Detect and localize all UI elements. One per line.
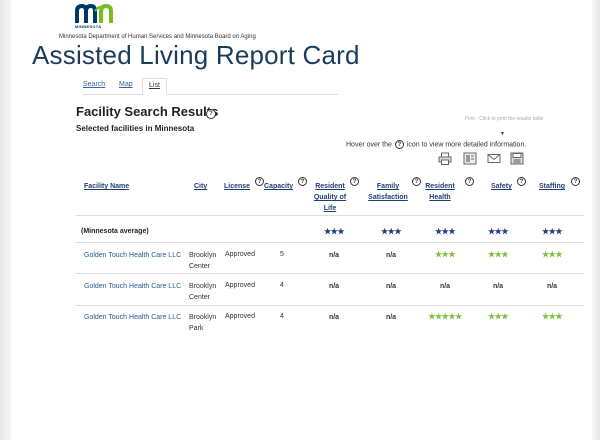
save-icon[interactable] — [510, 152, 524, 165]
row-divider — [76, 242, 584, 243]
quality-help-icon[interactable]: ? — [350, 177, 359, 186]
quality-rating: n/a — [328, 252, 340, 259]
row-divider — [76, 273, 584, 274]
facility-license: Approved — [225, 251, 255, 258]
view-tabs: Search Map List — [83, 78, 338, 95]
staffing-rating: n/a — [546, 283, 558, 290]
report-page: MINNESOTA Minnesota Department of Human … — [11, 0, 592, 440]
header-facility-name[interactable]: Facility Name — [84, 181, 129, 192]
header-divider — [76, 215, 584, 216]
average-quality-rating: ★★★ — [323, 227, 345, 236]
health-rating: ★★★ — [434, 250, 456, 259]
satisfaction-help-icon[interactable]: ? — [412, 177, 421, 186]
hover-hint: Hover over the ? icon to view more detai… — [346, 140, 526, 149]
safety-help-icon[interactable]: ? — [517, 177, 526, 186]
print-dropdown-arrow-icon[interactable]: ▼ — [500, 131, 505, 137]
satisfaction-rating: n/a — [385, 283, 397, 290]
header-family-satisfaction[interactable]: Family Satisfaction — [363, 181, 413, 203]
row-divider — [76, 305, 584, 306]
capacity-help-icon[interactable]: ? — [298, 177, 307, 186]
safety-rating: ★★★ — [487, 250, 509, 259]
page-title: Assisted Living Report Card — [32, 40, 360, 70]
satisfaction-rating: n/a — [385, 314, 397, 321]
health-rating: n/a — [439, 283, 451, 290]
facility-name-link[interactable]: Golden Touch Health Care LLC — [84, 252, 181, 259]
staffing-rating: ★★★ — [541, 312, 563, 321]
help-icon: ? — [394, 140, 404, 149]
facility-capacity: 4 — [280, 282, 284, 289]
hover-hint-text-before: Hover over the — [346, 141, 392, 149]
page-right-margin — [592, 0, 600, 440]
selected-facilities-subtitle: Selected facilities in Minnesota — [76, 124, 195, 133]
facility-capacity: 4 — [280, 313, 284, 320]
safety-rating: ★★★ — [487, 312, 509, 321]
header-city[interactable]: City — [194, 181, 207, 192]
header-license[interactable]: License — [224, 181, 250, 192]
satisfaction-rating: n/a — [385, 252, 397, 259]
header-resident-health[interactable]: Resident Health — [422, 181, 458, 203]
license-help-icon[interactable]: ? — [255, 177, 264, 186]
minnesota-logo-icon — [75, 3, 113, 23]
export-pdf-icon[interactable] — [463, 152, 477, 165]
facility-name-link[interactable]: Golden Touch Health Care LLC — [84, 314, 181, 321]
facility-license: Approved — [225, 282, 255, 289]
facility-city: Brooklyn Park — [189, 314, 217, 332]
tab-list[interactable]: List — [142, 78, 167, 95]
header-resident-quality[interactable]: Resident Quality of Life — [311, 181, 349, 214]
page-left-margin — [0, 0, 11, 440]
tab-map[interactable]: Map — [119, 81, 133, 88]
facility-city: Brooklyn Center — [189, 283, 217, 301]
average-row-label: (Minnesota average) — [81, 228, 149, 235]
average-staffing-rating: ★★★ — [541, 227, 563, 236]
staffing-rating: ★★★ — [541, 250, 563, 259]
facility-capacity: 5 — [280, 251, 284, 258]
email-icon[interactable] — [487, 152, 501, 165]
print-icon[interactable] — [438, 152, 452, 165]
facility-city: Brooklyn Center — [189, 252, 217, 270]
hover-hint-text-after: icon to view more detailed information. — [406, 141, 527, 149]
results-help-icon[interactable]: ? — [206, 109, 216, 119]
average-satisfaction-rating: ★★★ — [380, 227, 402, 236]
health-rating: ★★★★★ — [428, 312, 462, 321]
header-staffing[interactable]: Staffing — [539, 181, 565, 192]
quality-rating: n/a — [328, 314, 340, 321]
logo-wordmark: MINNESOTA — [75, 24, 102, 29]
staffing-help-icon[interactable]: ? — [571, 177, 580, 186]
header-safety[interactable]: Safety — [491, 181, 512, 192]
quality-rating: n/a — [328, 283, 340, 290]
average-safety-rating: ★★★ — [487, 227, 509, 236]
facility-name-link[interactable]: Golden Touch Health Care LLC — [84, 283, 181, 290]
safety-rating: n/a — [492, 283, 504, 290]
results-heading: Facility Search Results — [76, 104, 219, 119]
facility-license: Approved — [225, 313, 255, 320]
average-health-rating: ★★★ — [434, 227, 456, 236]
print-hint[interactable]: Print - Click to print the results table — [460, 115, 548, 123]
tab-search[interactable]: Search — [83, 81, 105, 88]
header-capacity[interactable]: Capacity — [264, 181, 293, 192]
health-help-icon[interactable]: ? — [465, 177, 474, 186]
